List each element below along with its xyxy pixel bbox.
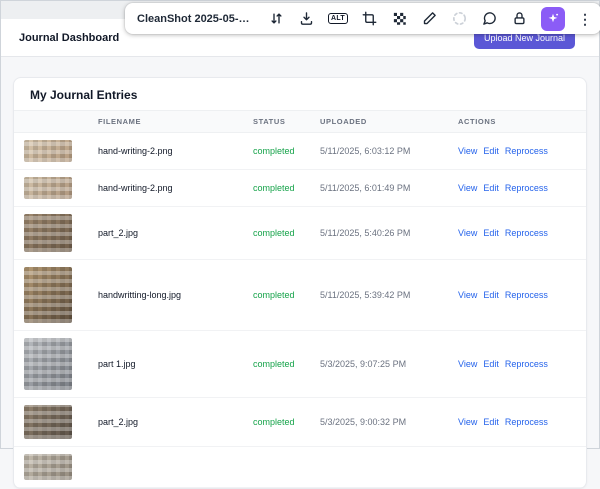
column-thumbnail xyxy=(14,117,94,126)
actions-cell: View Edit Reprocess xyxy=(454,417,586,427)
magic-wand-button[interactable] xyxy=(541,6,565,31)
spinner-circle-icon[interactable] xyxy=(451,10,468,27)
filename-cell: hand-writing-2.png xyxy=(98,183,173,193)
table-row: hand-writing-2.png completed 5/11/2025, … xyxy=(14,170,586,207)
action-edit-link[interactable]: Edit xyxy=(483,417,499,427)
status-badge: completed xyxy=(253,290,295,300)
filename-cell: part 1.jpg xyxy=(98,359,136,369)
filename-cell: part_2.jpg xyxy=(98,417,139,427)
uploaded-cell: 5/11/2025, 5:40:26 PM xyxy=(320,228,411,238)
actions-cell: View Edit Reprocess xyxy=(454,183,586,193)
action-edit-link[interactable]: Edit xyxy=(483,146,499,156)
journal-thumbnail[interactable] xyxy=(24,454,72,480)
status-badge: completed xyxy=(253,183,295,193)
journal-thumbnail[interactable] xyxy=(24,267,72,323)
uploaded-cell: 5/11/2025, 6:01:49 PM xyxy=(320,183,411,193)
filename-cell: part_2.jpg xyxy=(98,228,139,238)
table-row xyxy=(14,447,586,488)
action-edit-link[interactable]: Edit xyxy=(483,359,499,369)
status-badge: completed xyxy=(253,359,295,369)
uploaded-cell: 5/3/2025, 9:07:25 PM xyxy=(320,359,407,369)
actions-cell: View Edit Reprocess xyxy=(454,290,586,300)
table-body: hand-writing-2.png completed 5/11/2025, … xyxy=(14,133,586,488)
comment-icon[interactable] xyxy=(481,10,498,27)
journal-thumbnail[interactable] xyxy=(24,405,72,439)
status-badge: completed xyxy=(253,228,295,238)
journal-entries-card: My Journal Entries FILENAME STATUS UPLOA… xyxy=(13,77,587,489)
alt-badge[interactable]: ALT xyxy=(328,13,348,24)
action-reprocess-link[interactable]: Reprocess xyxy=(505,359,548,369)
action-view-link[interactable]: View xyxy=(458,146,477,156)
actions-cell: View Edit Reprocess xyxy=(454,146,586,156)
action-view-link[interactable]: View xyxy=(458,290,477,300)
uploaded-cell: 5/11/2025, 6:03:12 PM xyxy=(320,146,411,156)
status-badge: completed xyxy=(253,146,295,156)
journal-thumbnail[interactable] xyxy=(24,214,72,252)
pixelate-icon[interactable] xyxy=(391,10,408,27)
status-badge: completed xyxy=(253,417,295,427)
crop-icon[interactable] xyxy=(361,10,378,27)
uploaded-cell: 5/3/2025, 9:00:32 PM xyxy=(320,417,407,427)
column-status: STATUS xyxy=(253,117,286,126)
section-title: My Journal Entries xyxy=(30,88,138,102)
uploaded-cell: 5/11/2025, 5:39:42 PM xyxy=(320,290,411,300)
column-actions: ACTIONS xyxy=(458,117,496,126)
filename-cell: hand-writing-2.png xyxy=(98,146,173,156)
resize-arrows-icon[interactable] xyxy=(268,10,285,27)
action-view-link[interactable]: View xyxy=(458,359,477,369)
table-row: handwritting-long.jpg completed 5/11/202… xyxy=(14,260,586,331)
action-edit-link[interactable]: Edit xyxy=(483,228,499,238)
action-reprocess-link[interactable]: Reprocess xyxy=(505,290,548,300)
action-edit-link[interactable]: Edit xyxy=(483,183,499,193)
journal-thumbnail[interactable] xyxy=(24,140,72,162)
cleanshot-filename: CleanShot 2025-05-1… xyxy=(137,12,255,25)
pencil-icon[interactable] xyxy=(421,10,438,27)
filename-cell: handwritting-long.jpg xyxy=(98,290,182,300)
action-view-link[interactable]: View xyxy=(458,228,477,238)
main-content: My Journal Entries FILENAME STATUS UPLOA… xyxy=(1,57,599,489)
journal-thumbnail[interactable] xyxy=(24,177,72,199)
table-row: part_2.jpg completed 5/3/2025, 9:00:32 P… xyxy=(14,398,586,447)
table-row: hand-writing-2.png completed 5/11/2025, … xyxy=(14,133,586,170)
action-view-link[interactable]: View xyxy=(458,183,477,193)
actions-cell: View Edit Reprocess xyxy=(454,228,586,238)
table-row: part_2.jpg completed 5/11/2025, 5:40:26 … xyxy=(14,207,586,260)
column-filename: FILENAME xyxy=(98,117,142,126)
page-title: Journal Dashboard xyxy=(19,31,120,44)
cleanshot-toolbar: CleanShot 2025-05-1… ALT ⋮ xyxy=(125,3,600,34)
action-reprocess-link[interactable]: Reprocess xyxy=(505,228,548,238)
actions-cell: View Edit Reprocess xyxy=(454,359,586,369)
table-header: FILENAME STATUS UPLOADED ACTIONS xyxy=(14,110,586,133)
column-uploaded: UPLOADED xyxy=(320,117,367,126)
action-view-link[interactable]: View xyxy=(458,417,477,427)
action-reprocess-link[interactable]: Reprocess xyxy=(505,417,548,427)
action-reprocess-link[interactable]: Reprocess xyxy=(505,146,548,156)
action-reprocess-link[interactable]: Reprocess xyxy=(505,183,548,193)
lock-icon[interactable] xyxy=(511,10,528,27)
download-icon[interactable] xyxy=(298,10,315,27)
table-row: part 1.jpg completed 5/3/2025, 9:07:25 P… xyxy=(14,331,586,398)
action-edit-link[interactable]: Edit xyxy=(483,290,499,300)
journal-thumbnail[interactable] xyxy=(24,338,72,390)
more-menu-icon[interactable]: ⋮ xyxy=(578,12,592,26)
